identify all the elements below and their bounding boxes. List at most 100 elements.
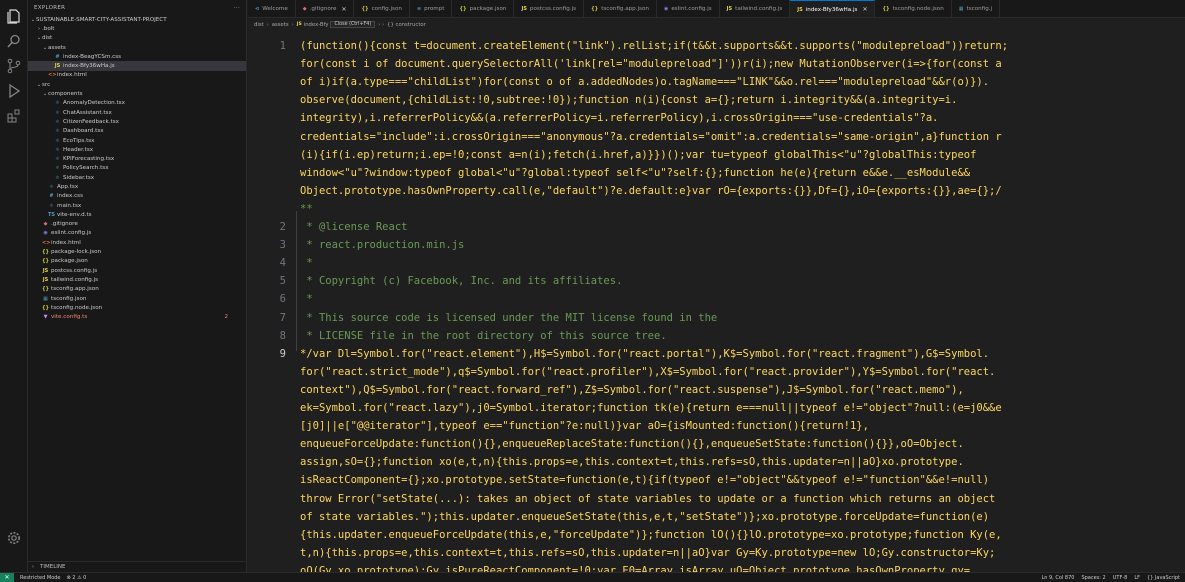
file-item[interactable]: {} package-lock.json: [28, 247, 246, 256]
comment-line[interactable]: * react.production.min.js: [300, 236, 464, 254]
file-item[interactable]: ⚛ ChatAssistant.tsx: [28, 108, 246, 117]
file-item[interactable]: # index-BeagYCSm.css: [28, 52, 246, 61]
file-item[interactable]: <> index.html: [28, 71, 246, 80]
breadcrumb-item[interactable]: {} constructor: [387, 22, 426, 28]
file-item[interactable]: ⚛ EcoTips.tsx: [28, 136, 246, 145]
comment-line[interactable]: *: [300, 290, 312, 308]
file-item[interactable]: TS vite-env.d.ts: [28, 210, 246, 219]
comment-line[interactable]: * Copyright (c) Facebook, Inc. and its a…: [300, 272, 622, 290]
close-tab-icon[interactable]: ✕: [341, 6, 346, 13]
code-line[interactable]: t,n){this.props=e,this.context=t,this.re…: [300, 544, 995, 562]
code-line[interactable]: observe(document,{childList:!0,subtree:!…: [300, 91, 957, 109]
code-line[interactable]: enqueueForceUpdate:function(){},enqueueR…: [300, 435, 964, 453]
file-item[interactable]: ◆ .gitignore: [28, 220, 246, 229]
status-item[interactable]: Spaces: 2: [1081, 575, 1105, 581]
code-line[interactable]: (function(){const t=document.createEleme…: [300, 37, 1008, 55]
code-line[interactable]: assign,sO={};function xo(e,t,n){this.pro…: [300, 453, 964, 471]
file-item[interactable]: ⚛ CitizenFeedback.tsx: [28, 117, 246, 126]
code-line[interactable]: (i){if(i.ep)return;i.ep=!0;const a=n(i);…: [300, 146, 976, 164]
breadcrumb-item[interactable]: dist: [254, 22, 264, 28]
editor-tab[interactable]: {} tsconfig.app.json: [584, 0, 657, 17]
code-line[interactable]: ek=Symbol.for("react.lazy"),j0=Symbol.it…: [300, 399, 1002, 417]
file-item[interactable]: ▦ tsconfig.json: [28, 294, 246, 303]
editor-tab[interactable]: ▦ tsconfig.j: [952, 0, 1001, 17]
folder-item[interactable]: ⌄ SUSTAINABLE-SMART-CITY-ASSISTANT-PROJEC…: [28, 15, 246, 24]
editor-tab[interactable]: ≡ prompt: [410, 0, 453, 17]
file-item[interactable]: {} tsconfig.app.json: [28, 285, 246, 294]
code-line[interactable]: for("react.strict_mode"),q$=Symbol.for("…: [300, 363, 995, 381]
status-item[interactable]: Ln 9, Col 870: [1041, 575, 1074, 581]
code-line[interactable]: [j0]||e["@@iterator"],typeof e=="functio…: [300, 417, 869, 435]
file-item[interactable]: JS index-Bfy36wHa.js: [28, 61, 246, 71]
status-item[interactable]: UTF-8: [1113, 575, 1128, 581]
code-line[interactable]: window<"u"?window:typeof global<"u"?glob…: [300, 164, 970, 182]
code-line[interactable]: integrity),i.referrerPolicy&&(a.referrer…: [300, 109, 938, 127]
file-item[interactable]: JS tailwind.config.js: [28, 275, 246, 284]
folder-item[interactable]: ⌄ dist: [28, 34, 246, 43]
timeline-label: TIMELINE: [40, 564, 66, 570]
status-item[interactable]: LF: [1134, 575, 1140, 581]
close-tab-icon[interactable]: ✕: [862, 6, 867, 13]
editor-tab[interactable]: {} package.json: [452, 0, 515, 17]
editor-tab[interactable]: {} config.json: [354, 0, 410, 17]
code-line[interactable]: context"),Q$=Symbol.for("react.forward_r…: [300, 381, 964, 399]
timeline-section[interactable]: › TIMELINE: [28, 561, 246, 572]
editor-tab[interactable]: JS index-Bfy36wHa.js ✕: [790, 0, 876, 17]
search-icon[interactable]: [6, 33, 22, 49]
editor-tab[interactable]: ◆ .gitignore ✕: [296, 0, 355, 17]
breadcrumb-item[interactable]: index-Bfy: [304, 22, 329, 28]
code-editor[interactable]: 1 2 3 4 5 6 7 8 9 (function(){const t=document.c…: [248, 31, 1185, 572]
file-item[interactable]: <> index.html: [28, 238, 246, 247]
file-item[interactable]: ⚛ Sidebar.tsx: [28, 173, 246, 182]
settings-gear-icon[interactable]: [6, 530, 22, 546]
comment-line[interactable]: * LICENSE file in the root directory of …: [300, 327, 666, 345]
editor-tab[interactable]: ⊲ Welcome: [248, 0, 296, 17]
folder-item[interactable]: ⌄ components: [28, 89, 246, 98]
code-line[interactable]: oO(Gy,xo.prototype);Gy.isPureReactCompon…: [300, 562, 970, 572]
file-item[interactable]: # index.css: [28, 192, 246, 201]
source-control-icon[interactable]: [6, 58, 22, 74]
explorer-icon[interactable]: [6, 8, 22, 24]
file-item[interactable]: ◉ eslint.config.js: [28, 229, 246, 238]
file-item[interactable]: ▼ vite.config.ts 2: [28, 313, 246, 322]
comment-line[interactable]: **: [300, 200, 313, 218]
file-item[interactable]: ⚛ main.tsx: [28, 201, 246, 210]
problems-indicator[interactable]: ⊗ 2 ⚠ 0: [67, 575, 87, 581]
code-area[interactable]: (function(){const t=document.createEleme…: [296, 31, 1180, 572]
extensions-icon[interactable]: [6, 108, 22, 124]
status-item[interactable]: {} JavaScript: [1147, 575, 1180, 581]
editor-tab[interactable]: {} tsconfig.node.json: [875, 0, 952, 17]
file-item[interactable]: JS postcss.config.js: [28, 266, 246, 275]
comment-line[interactable]: *: [300, 254, 312, 272]
file-item[interactable]: ⚛ App.tsx: [28, 182, 246, 191]
code-line[interactable]: of state variables.");this.updater.enque…: [300, 508, 989, 526]
editor-tab[interactable]: JS tailwind.config.js: [720, 0, 791, 17]
comment-line[interactable]: * @license React: [300, 218, 407, 236]
file-item[interactable]: ⚛ AnomalyDetection.tsx: [28, 99, 246, 108]
code-line[interactable]: */var Dl=Symbol.for("react.element"),H$=…: [300, 345, 989, 363]
file-item[interactable]: ⚛ Dashboard.tsx: [28, 127, 246, 136]
editor-tab[interactable]: JS postcss.config.js: [514, 0, 585, 17]
restricted-mode-indicator[interactable]: Restricted Mode: [20, 575, 61, 581]
breadcrumb-item[interactable]: assets: [272, 22, 289, 28]
code-line[interactable]: throw Error("setState(...): takes an obj…: [300, 490, 995, 508]
file-item[interactable]: ⚛ Header.tsx: [28, 145, 246, 154]
file-item[interactable]: ⚛ PolicySearch.tsx: [28, 164, 246, 173]
run-debug-icon[interactable]: [6, 83, 22, 99]
more-actions-icon[interactable]: ···: [234, 5, 240, 11]
code-line[interactable]: Object.prototype.hasOwnProperty.call(e,"…: [300, 182, 1002, 200]
code-line[interactable]: for(const i of document.querySelectorAll…: [300, 55, 1002, 73]
editor-tab[interactable]: ◉ eslint.config.js: [657, 0, 720, 17]
file-item[interactable]: ⚛ KPIForecasting.tsx: [28, 154, 246, 163]
code-line[interactable]: of i)if(a.type==="childList")for(const o…: [300, 73, 989, 91]
file-item[interactable]: {} tsconfig.node.json: [28, 303, 246, 312]
remote-indicator[interactable]: ✕: [0, 572, 14, 582]
folder-item[interactable]: › .bolt: [28, 24, 246, 33]
comment-line[interactable]: * This source code is licensed under the…: [300, 309, 717, 327]
file-item[interactable]: {} package.json: [28, 257, 246, 266]
code-line[interactable]: isReactComponent={};xo.prototype.setStat…: [300, 471, 989, 489]
folder-item[interactable]: ⌄ src: [28, 80, 246, 89]
folder-item[interactable]: ⌄ assets: [28, 43, 246, 52]
code-line[interactable]: credentials="include":i.crossOrigin==="a…: [300, 128, 1002, 146]
code-line[interactable]: {this.updater.enqueueForceUpdate(this,e,…: [300, 526, 1002, 544]
